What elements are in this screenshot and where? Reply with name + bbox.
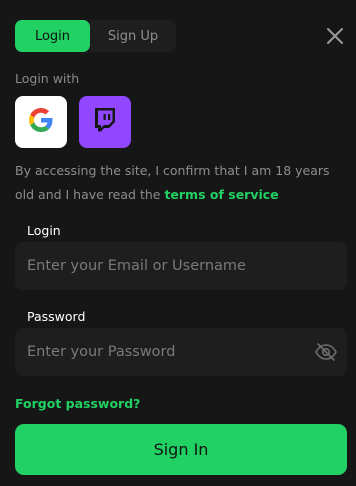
twitch-login-button[interactable] — [79, 96, 131, 148]
eye-off-icon[interactable] — [314, 341, 338, 363]
auth-tabs: Login Sign Up — [15, 20, 176, 52]
close-icon[interactable] — [324, 25, 346, 47]
login-label: Login — [27, 223, 61, 238]
tab-signup[interactable]: Sign Up — [90, 20, 176, 52]
twitch-icon — [93, 107, 117, 137]
login-input[interactable] — [27, 242, 307, 290]
login-modal: Login Sign Up Login with By accessing th… — [0, 0, 356, 486]
google-login-button[interactable] — [15, 96, 67, 148]
terms-link[interactable]: terms of service — [164, 187, 278, 202]
password-label: Password — [27, 309, 86, 324]
login-with-heading: Login with — [15, 71, 80, 86]
password-field-box — [15, 328, 347, 376]
sign-in-button[interactable]: Sign In — [15, 424, 347, 475]
password-input[interactable] — [27, 328, 307, 376]
age-terms-notice: By accessing the site, I confirm that I … — [15, 159, 347, 207]
forgot-password-link[interactable]: Forgot password? — [15, 396, 140, 411]
google-icon — [29, 108, 53, 136]
tab-login[interactable]: Login — [15, 20, 90, 52]
login-field-box — [15, 242, 347, 290]
